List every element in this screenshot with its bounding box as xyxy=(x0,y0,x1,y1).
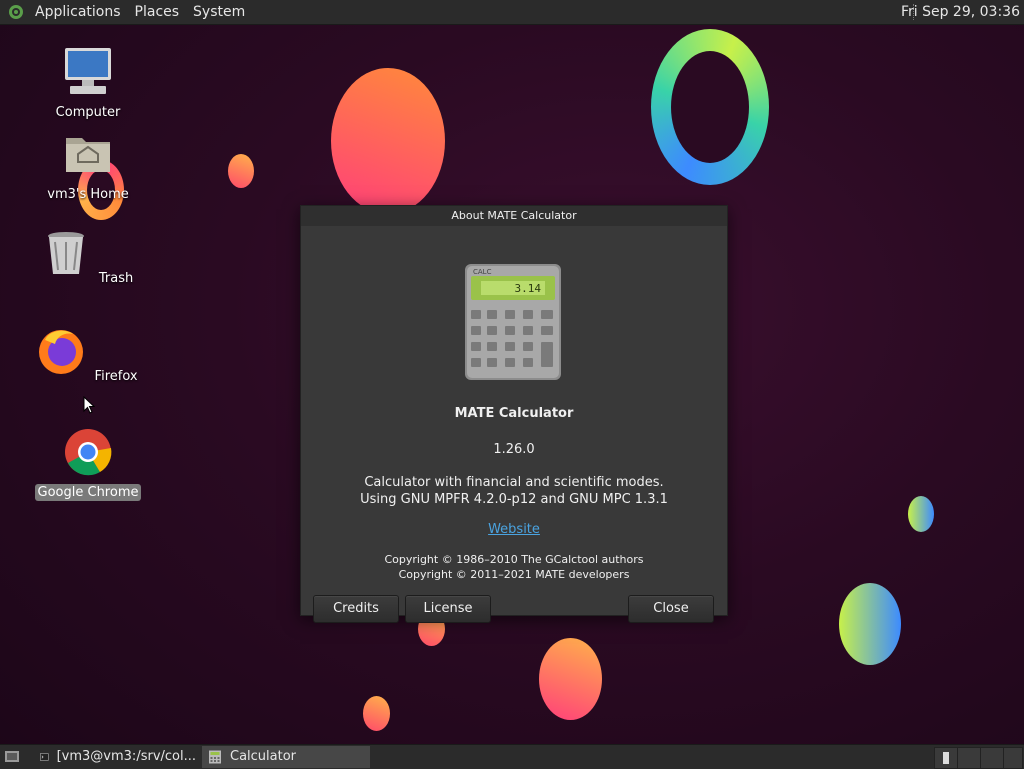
chrome-icon xyxy=(65,429,112,476)
desktop-icon-chrome[interactable]: Google Chrome xyxy=(33,426,143,501)
dialog-body: CALC 3.14 MATE Calculator 1.26.0 Calcula… xyxy=(301,226,727,623)
taskbar-item-terminal[interactable]: [vm3@vm3:/srv/col... xyxy=(34,746,196,768)
mouse-pointer-icon xyxy=(83,396,95,414)
copyright-line: Copyright © 2011–2021 MATE developers xyxy=(398,568,630,581)
desktop-icon-firefox[interactable]: Firefox xyxy=(33,326,143,385)
wallpaper-blob xyxy=(363,696,390,731)
credits-button[interactable]: Credits xyxy=(313,595,399,623)
website-link[interactable]: Website xyxy=(301,522,727,537)
desktop-icon-computer[interactable]: Computer xyxy=(33,46,143,121)
computer-icon xyxy=(65,48,111,94)
clock[interactable]: Fri Sep 29, 03:36 xyxy=(901,0,1020,24)
calculator-app-icon: CALC 3.14 xyxy=(465,264,561,380)
wallpaper-ring xyxy=(651,29,769,185)
copyright: Copyright © 1986–2010 The GCalctool auth… xyxy=(301,552,727,582)
app-version: 1.26.0 xyxy=(493,442,535,457)
applications-menu[interactable]: Applications xyxy=(28,0,128,24)
places-menu[interactable]: Places xyxy=(128,0,187,24)
home-folder-icon xyxy=(66,138,110,172)
taskbar-item-label: [vm3@vm3:/srv/col... xyxy=(56,749,196,764)
close-button[interactable]: Close xyxy=(628,595,714,623)
calculator-brand: CALC xyxy=(473,268,492,276)
dialog-title[interactable]: About MATE Calculator xyxy=(301,206,727,226)
desktop-icon-home[interactable]: vm3's Home xyxy=(33,128,143,203)
desktop-icon-label: Firefox xyxy=(94,369,138,384)
wallpaper-blob xyxy=(908,496,934,532)
firefox-icon xyxy=(39,330,84,374)
mate-logo-icon[interactable] xyxy=(8,4,24,20)
wallpaper-blob xyxy=(539,638,602,720)
desktop-icon-label: Trash xyxy=(98,271,134,286)
workspace-3[interactable] xyxy=(980,747,1004,769)
workspace-4[interactable] xyxy=(1003,747,1023,769)
app-description: Calculator with financial and scientific… xyxy=(301,474,727,508)
about-dialog: About MATE Calculator CALC 3.14 MATE Cal… xyxy=(300,205,728,623)
terminal-icon xyxy=(40,753,49,761)
license-button[interactable]: License xyxy=(405,595,491,623)
desktop-icon-label: Google Chrome xyxy=(34,484,142,501)
app-name: MATE Calculator xyxy=(454,406,574,421)
workspace-1[interactable] xyxy=(934,747,958,769)
wallpaper-blob xyxy=(228,154,254,188)
desktop-icon-label: vm3's Home xyxy=(47,187,129,202)
workspace-2[interactable] xyxy=(957,747,981,769)
calculator-icon xyxy=(209,750,221,764)
wallpaper-blob xyxy=(839,583,901,665)
copyright-line: Copyright © 1986–2010 The GCalctool auth… xyxy=(384,553,644,566)
show-desktop-icon[interactable] xyxy=(4,749,20,765)
desktop-icon-label: Computer xyxy=(55,105,121,120)
taskbar-item-label: Calculator xyxy=(230,749,297,764)
calculator-display: 3.14 xyxy=(515,282,542,295)
system-menu[interactable]: System xyxy=(186,0,252,24)
description-line: Calculator with financial and scientific… xyxy=(364,475,664,490)
trash-icon xyxy=(47,232,84,274)
website-link-label[interactable]: Website xyxy=(488,522,540,537)
desktop-icon-trash[interactable]: Trash xyxy=(33,228,143,287)
wallpaper-blob xyxy=(331,68,445,214)
top-panel: Applications Places System Fri Sep 29, 0… xyxy=(0,0,1024,25)
bottom-panel: [vm3@vm3:/srv/col... Calculator xyxy=(0,744,1024,769)
taskbar-item-calculator[interactable]: Calculator xyxy=(202,746,370,768)
description-line: Using GNU MPFR 4.2.0-p12 and GNU MPC 1.3… xyxy=(360,492,668,507)
